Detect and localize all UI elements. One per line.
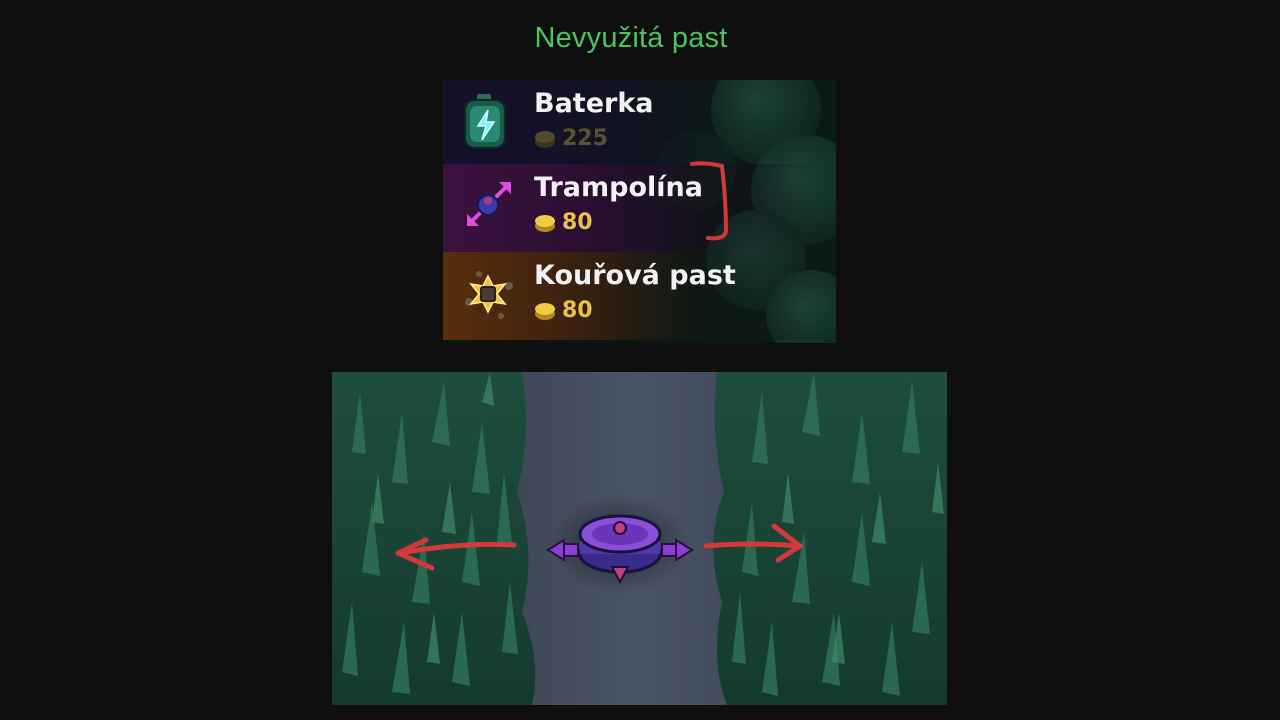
item-name: Baterka (534, 88, 654, 119)
item-name: Kouřová past (534, 260, 736, 291)
game-scene (332, 372, 947, 705)
annotation-bracket (690, 161, 728, 241)
shop-item-trampolina[interactable]: Trampolína 80 (443, 164, 836, 252)
item-price: 80 (534, 298, 593, 323)
trap-shop-panel: Baterka 225 Trampolína 80 Kouřová past 8… (443, 80, 836, 343)
shop-item-baterka[interactable]: Baterka 225 (443, 80, 836, 168)
coin-icon (535, 214, 555, 232)
coin-icon (535, 130, 555, 148)
shop-item-kourova-past[interactable]: Kouřová past 80 (443, 252, 836, 340)
battery-icon (464, 94, 506, 149)
smoke-trap-icon (465, 271, 513, 319)
item-name: Trampolína (534, 172, 703, 203)
price-value: 225 (562, 126, 608, 151)
coin-icon (535, 302, 555, 320)
price-value: 80 (562, 298, 593, 323)
page-title: Nevyužitá past (534, 22, 728, 54)
item-price: 80 (534, 210, 593, 235)
item-price: 225 (534, 126, 608, 151)
page: Nevyužitá past Baterka 225 Trampolína 80… (0, 0, 1280, 720)
price-value: 80 (562, 210, 593, 235)
trampoline-icon (467, 182, 511, 226)
